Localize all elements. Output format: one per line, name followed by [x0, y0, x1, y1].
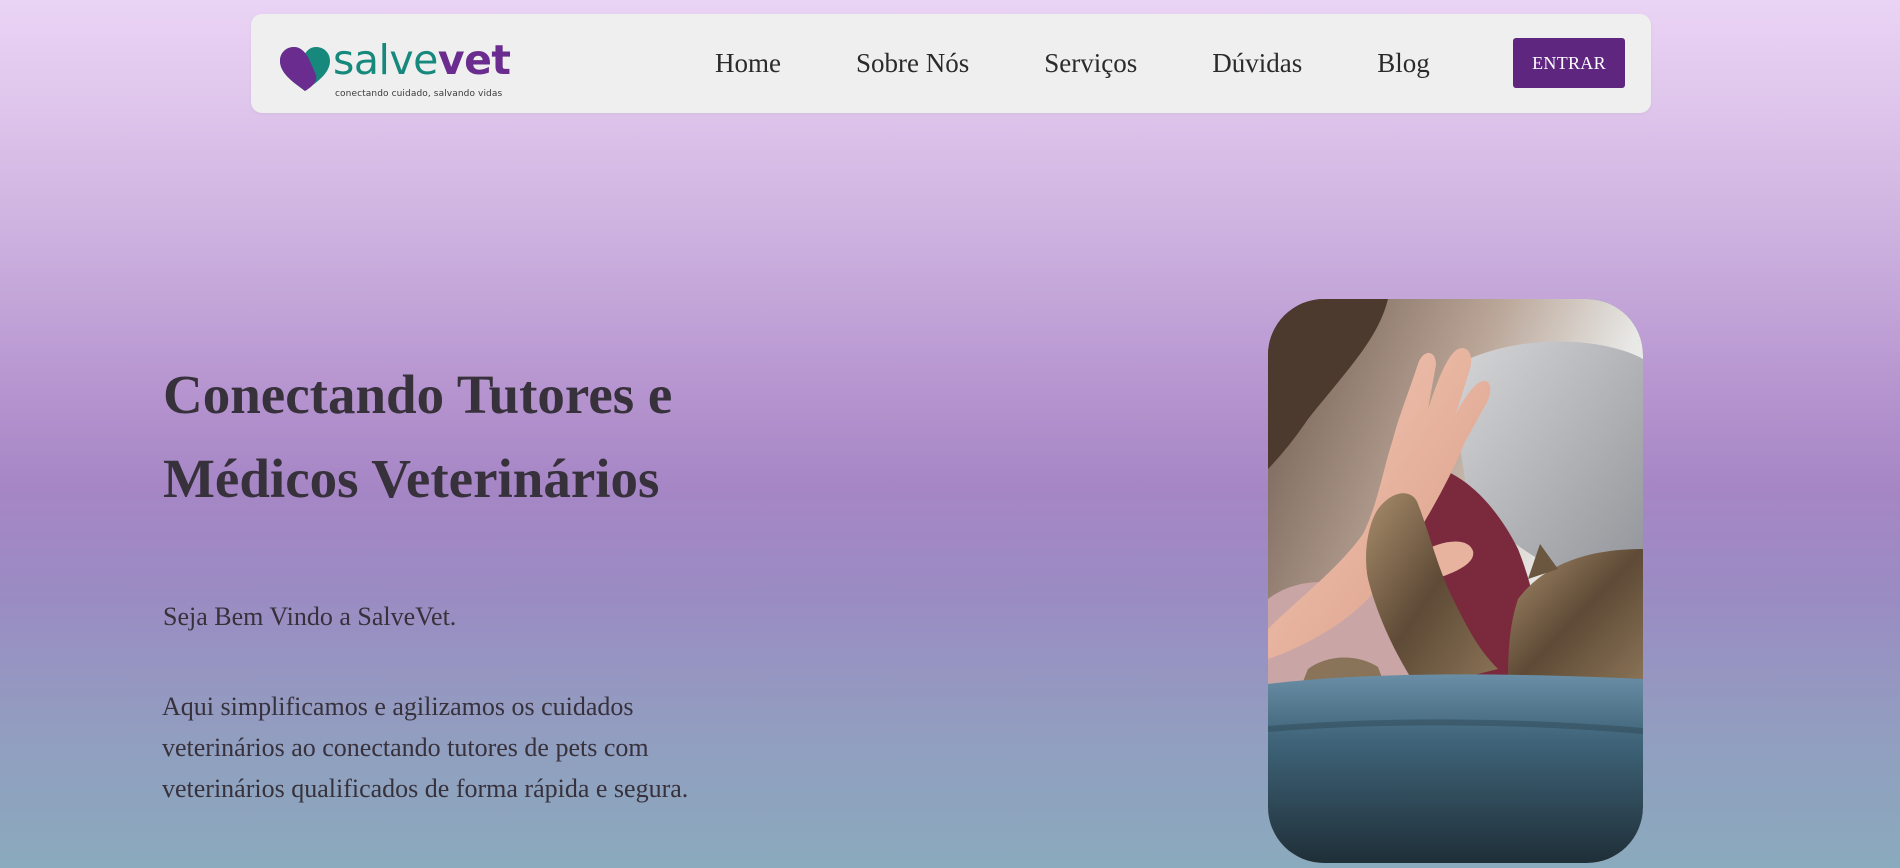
- hero-welcome-text: Seja Bem Vindo a SalveVet.: [163, 602, 457, 631]
- hero-title: Conectando Tutores e Médicos Veterinário…: [163, 353, 863, 521]
- nav-link-home[interactable]: Home: [715, 48, 781, 79]
- heart-logo-icon: [280, 47, 330, 91]
- hero-title-line-2: Médicos Veterinários: [163, 448, 660, 509]
- login-button[interactable]: ENTRAR: [1513, 38, 1625, 88]
- nav-link-blog[interactable]: Blog: [1377, 48, 1430, 79]
- hero-description: Aqui simplificamos e agilizamos os cuida…: [162, 692, 689, 803]
- logo-wordmark: salvevet: [333, 35, 511, 85]
- main-navigation: Home Sobre Nós Serviços Dúvidas Blog: [715, 14, 1430, 113]
- nav-link-sobre-nos[interactable]: Sobre Nós: [856, 48, 969, 79]
- logo-word-vet: vet: [437, 36, 511, 84]
- nav-link-duvidas[interactable]: Dúvidas: [1212, 48, 1302, 79]
- logo-tagline: conectando cuidado, salvando vidas: [335, 89, 503, 99]
- nav-link-servicos[interactable]: Serviços: [1044, 48, 1137, 79]
- hero-photo-hand-cat-paw: [1268, 299, 1643, 863]
- logo-word-salve: salve: [333, 36, 438, 84]
- salvevet-logo[interactable]: salvevet conectando cuidado, salvando vi…: [276, 36, 536, 99]
- header-navbar: salvevet conectando cuidado, salvando vi…: [251, 14, 1651, 113]
- hero-title-line-1: Conectando Tutores e: [163, 364, 673, 425]
- photo-illustration: [1268, 299, 1643, 863]
